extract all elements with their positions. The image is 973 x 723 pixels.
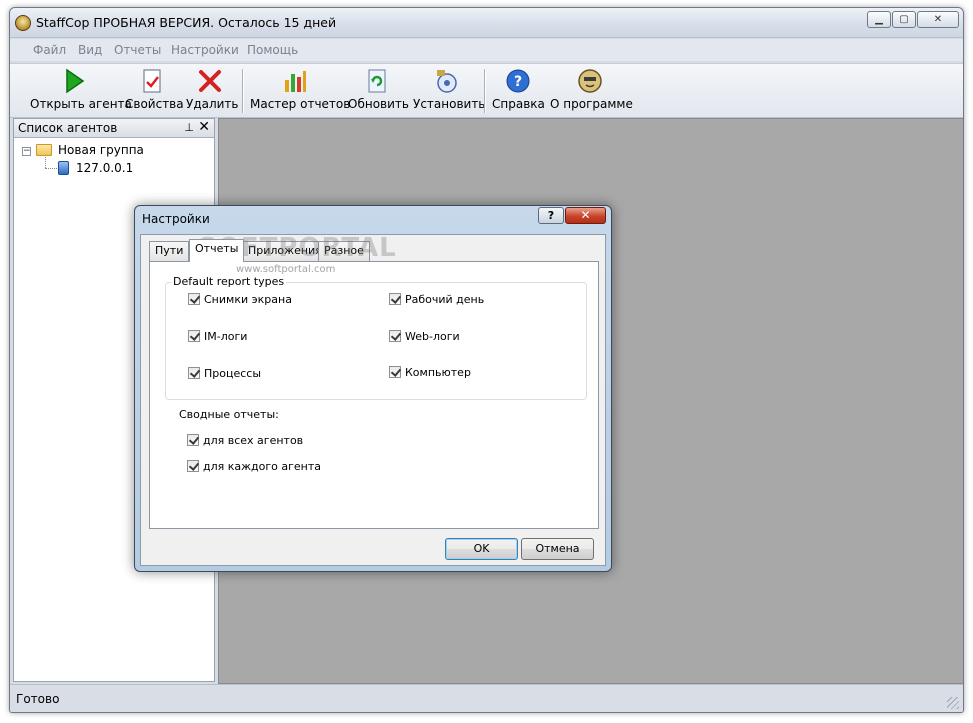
dialog-help-button[interactable]: ? [538,207,564,224]
default-report-types-group: Default report types Снимки экрана Рабоч… [165,275,587,400]
pin-icon[interactable]: ⊥ [184,121,194,134]
dialog-title: Настройки [142,212,210,226]
checkbox-box[interactable] [188,330,200,342]
checkbox-each-agent[interactable]: для каждого агента [187,460,321,473]
close-icon[interactable]: ✕ [198,119,210,135]
checkbox-label: для каждого агента [203,460,322,473]
refresh-icon [368,69,386,93]
checkbox-box[interactable] [389,330,401,342]
watermark-url: www.softportal.com [236,264,336,275]
install-button[interactable]: Установить [413,68,486,116]
report-wizard-button[interactable]: Мастер отчетов [250,68,351,116]
checkbox-label: Web-логи [405,330,460,343]
toolbar: Открыть агента Свойства Удалить Мастер о… [10,63,963,118]
checkbox-box[interactable] [188,293,200,305]
dialog-body: Пути Отчеты Приложения Разное SOFTPORTAL… [140,233,606,566]
open-agent-button[interactable]: Открыть агента [30,68,132,116]
window-title: StaffCop ПРОБНАЯ ВЕРСИЯ. Осталось 15 дне… [36,15,337,30]
svg-text:?: ? [514,74,522,90]
tree-item-agent[interactable]: 127.0.0.1 [76,161,133,175]
collapse-toggle[interactable]: − [22,147,31,156]
delete-icon [199,70,221,92]
open-agent-label: Открыть агента [30,97,132,111]
help-icon: ? [506,69,530,93]
menu-help[interactable]: Помощь [247,43,298,57]
help-button[interactable]: ? Справка [492,68,545,116]
checkbox-workday[interactable]: Рабочий день [389,293,484,306]
checkbox-box[interactable] [187,434,199,446]
checkbox-processes[interactable]: Процессы [188,367,261,380]
agents-panel-header: Список агентов ⊥ ✕ [14,119,214,138]
about-label: О программе [550,97,633,111]
settings-dialog: Настройки ? ✕ Пути Отчеты Приложения Раз… [134,205,612,572]
menu-reports[interactable]: Отчеты [114,43,161,57]
checkbox-label: Рабочий день [405,293,485,306]
checkbox-label: Снимки экрана [204,293,292,306]
toolbar-separator [484,69,486,113]
toolbar-separator [242,69,244,113]
tab-reports[interactable]: Отчеты [189,239,245,262]
tree-item-group[interactable]: Новая группа [58,143,144,157]
refresh-label: Обновить [348,97,409,111]
checkbox-web-logs[interactable]: Web-логи [389,330,460,343]
resize-grip[interactable] [947,697,959,709]
summary-reports-title: Сводные отчеты: [179,408,279,421]
checkbox-label: IM-логи [204,330,248,343]
about-icon [578,69,602,93]
properties-label: Свойства [125,97,184,111]
title-bar: StaffCop ПРОБНАЯ ВЕРСИЯ. Осталось 15 дне… [10,8,963,38]
checkbox-box[interactable] [389,366,401,378]
checkbox-label: Компьютер [405,366,471,379]
chart-icon [285,71,306,92]
checkbox-computer[interactable]: Компьютер [389,366,471,379]
help-label: Справка [492,97,545,111]
properties-icon [143,69,161,93]
checkbox-box[interactable] [187,460,199,472]
close-button[interactable]: ✕ [917,11,959,28]
menu-settings[interactable]: Настройки [171,43,239,57]
menu-file[interactable]: Файл [33,43,66,57]
status-text: Готово [16,692,60,706]
about-button[interactable]: О программе [550,68,633,116]
install-label: Установить [413,97,486,111]
dialog-close-button[interactable]: ✕ [565,207,606,224]
ok-button[interactable]: OK [445,538,518,560]
play-icon [66,68,85,94]
checkbox-label: для всех агентов [203,434,304,447]
tree-line [45,157,46,168]
checkbox-im-logs[interactable]: IM-логи [188,330,247,343]
properties-button[interactable]: Свойства [125,68,184,116]
status-bar: Готово [10,684,963,712]
cancel-button[interactable]: Отмена [521,538,594,560]
group-title: Default report types [171,275,287,288]
checkbox-all-agents[interactable]: для всех агентов [187,434,303,447]
delete-label: Удалить [186,97,239,111]
computer-icon [58,161,69,175]
checkbox-box[interactable] [188,367,200,379]
agents-panel-title: Список агентов [18,121,118,135]
tab-page-reports: SOFTPORTAL www.softportal.com Default re… [149,233,599,529]
checkbox-label: Процессы [204,367,262,380]
tab-paths[interactable]: Пути [149,241,190,261]
app-icon [15,15,31,31]
tree-line [45,168,57,169]
report-wizard-label: Мастер отчетов [250,97,351,111]
checkbox-box[interactable] [389,293,401,305]
minimize-button[interactable]: ▁ [867,11,891,28]
install-icon [437,70,457,93]
menu-view[interactable]: Вид [78,43,102,57]
delete-button[interactable]: Удалить [186,68,239,116]
maximize-button[interactable]: ▢ [892,11,916,28]
refresh-button[interactable]: Обновить [348,68,409,116]
menu-bar: Файл Вид Отчеты Настройки Помощь [10,39,963,61]
checkbox-screenshots[interactable]: Снимки экрана [188,293,292,306]
folder-icon [36,144,52,156]
